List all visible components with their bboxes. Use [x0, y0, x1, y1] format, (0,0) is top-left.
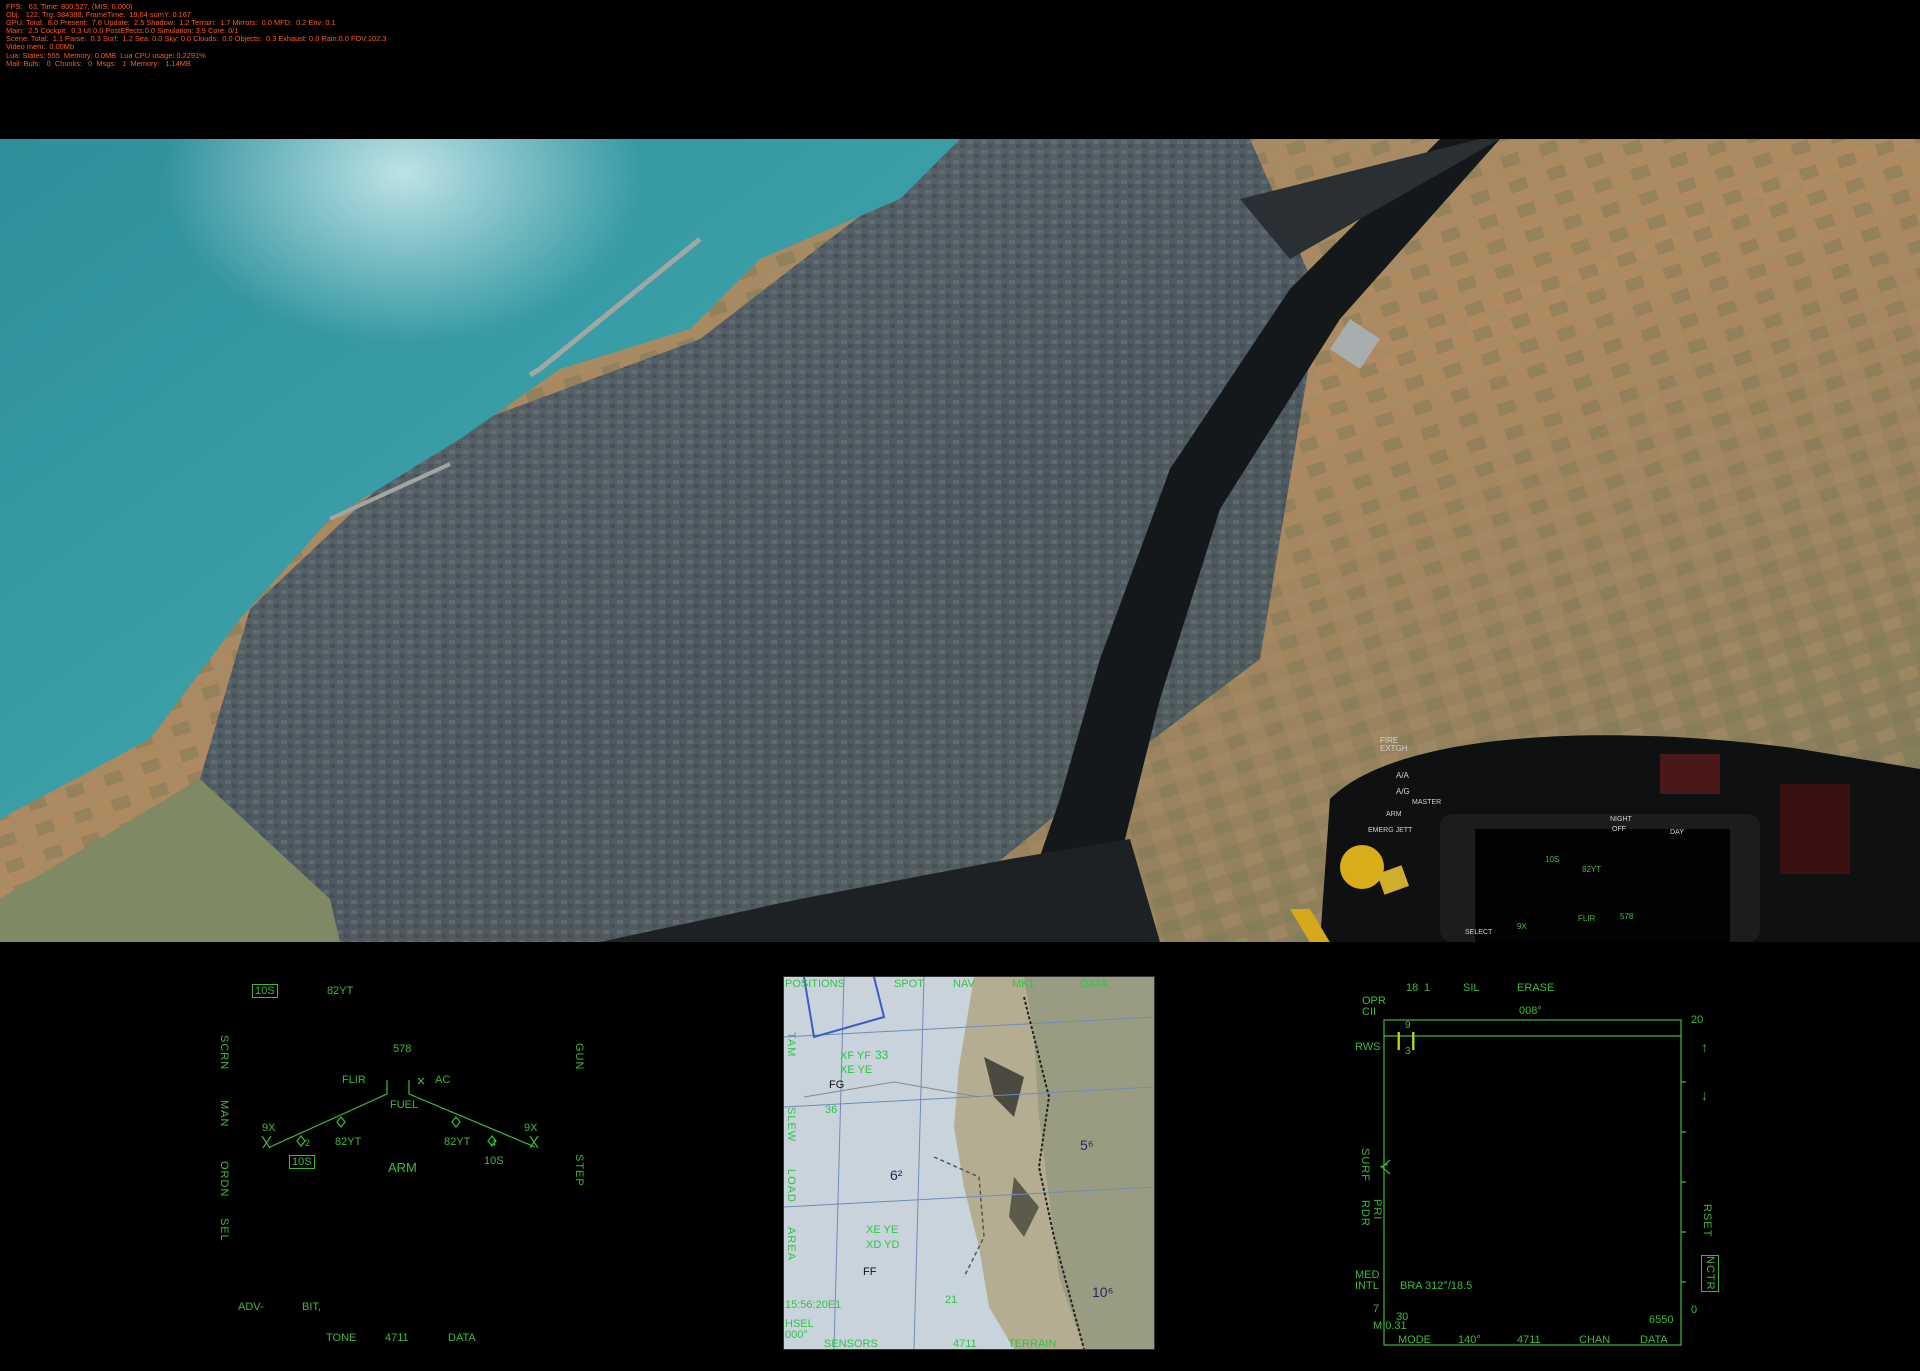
radar-data[interactable]: DATA — [1640, 1334, 1668, 1346]
ampcd-grid-56: 5⁶ — [1080, 1137, 1094, 1153]
radar-mach: M 0.31 — [1373, 1320, 1407, 1332]
radar-chan[interactable]: CHAN — [1579, 1334, 1610, 1346]
cockpit-3d-view[interactable]: FIRE EXTGH A/A A/G ARM MASTER EMERG JETT… — [0, 139, 1920, 942]
radar-range-bottom: 0 — [1691, 1304, 1698, 1316]
cockpit-ddi-578: 578 — [1620, 912, 1634, 921]
ag-switch-label[interactable]: A/G — [1396, 787, 1410, 796]
ddi-side-sel[interactable]: SEL — [218, 1218, 230, 1242]
ampcd-grid-xeye-2: XE YE — [866, 1224, 899, 1236]
ddi-bottom-tone[interactable]: TONE — [326, 1332, 356, 1344]
stores-diagram — [261, 1077, 539, 1149]
ddi-bottom-4711[interactable]: 4711 — [385, 1332, 409, 1344]
cockpit-ddi-9x: 9X — [1517, 922, 1527, 931]
ampcd-grid-xeye-1: XE YE — [840, 1064, 873, 1076]
radar-4711[interactable]: 4711 — [1517, 1334, 1541, 1346]
radar-hdg-140: 140° — [1458, 1334, 1481, 1346]
ampcd-sensors[interactable]: SENSORS — [824, 1338, 878, 1350]
ampcd-tam[interactable]: TAM — [785, 1032, 797, 1057]
master-switch-label: MASTER — [1412, 799, 1442, 806]
cockpit-ddi-10s: 10S — [1545, 855, 1560, 864]
ampcd-grid-36: 36 — [825, 1104, 838, 1116]
ampcd-terrain[interactable]: TERRAIN — [1008, 1338, 1056, 1350]
ddi-bottom-data[interactable]: DATA — [448, 1332, 476, 1344]
night-label: NIGHT — [1610, 816, 1632, 823]
ddi-side-gun[interactable]: GUN — [573, 1043, 585, 1070]
ampcd-slew[interactable]: SLEW — [785, 1107, 797, 1142]
cockpit-ddi-82yt: 82YT — [1582, 865, 1602, 874]
fire-ext-label: FIRE EXTGH — [1380, 736, 1408, 753]
off-label: OFF — [1612, 826, 1626, 833]
ampcd-mk1[interactable]: MK1 — [1012, 978, 1035, 990]
ampcd-load[interactable]: LOAD — [785, 1169, 797, 1203]
ddi-bottom-adv[interactable]: ADV- — [238, 1301, 264, 1313]
emerg-jett-label: EMERG JETT — [1368, 827, 1413, 834]
ampcd-grid-ff: FF — [863, 1266, 877, 1278]
ddi-side-ordn[interactable]: ORDN — [218, 1161, 230, 1197]
radar-side-rdr[interactable]: RDR — [1359, 1200, 1371, 1227]
ampcd-hsel-value: 000° — [785, 1329, 808, 1341]
scene-graphic — [0, 139, 1920, 942]
radar-num-7: 7 — [1373, 1303, 1380, 1315]
debug-stats-overlay: FPS: 63, Time: 800.527, (MIS: 0.000) Obj:… — [6, 2, 386, 68]
ampcd-grid-fg: FG — [829, 1079, 845, 1091]
select-label: SELECT — [1465, 929, 1493, 936]
ampcd-positions[interactable]: POSITIONS — [785, 978, 845, 990]
radar-bra: BRA 312°/18.5 — [1400, 1280, 1473, 1292]
ampcd-data-top[interactable]: DATA — [1080, 978, 1108, 990]
radar-side-surf[interactable]: SURF — [1359, 1148, 1371, 1182]
radar-6550: 6550 — [1649, 1314, 1674, 1326]
radar-intl: INTL — [1355, 1280, 1379, 1292]
ampcd-spot[interactable]: SPOT — [894, 978, 924, 990]
ddi-side-step[interactable]: STEP — [573, 1154, 585, 1187]
arm-switch-label[interactable]: ARM — [1386, 811, 1402, 818]
radar-side-nctr[interactable]: NCTR — [1701, 1255, 1719, 1292]
ampcd-map-page[interactable]: POSITIONS SPOT NAV MK1 DATA TAM SLEW LOA… — [660, 942, 1260, 1371]
ddi-bottom-bit[interactable]: BIT, — [302, 1301, 321, 1313]
ddi-side-man[interactable]: MAN — [218, 1100, 230, 1127]
ampcd-grid-21: 21 — [945, 1294, 958, 1306]
ampcd-time: 15:56:20E1 — [785, 1299, 842, 1311]
ddi-side-scrn[interactable]: SCRN — [218, 1035, 230, 1070]
radar-mode[interactable]: MODE — [1398, 1334, 1431, 1346]
radar-side-rset[interactable]: RSET — [1701, 1204, 1713, 1237]
ampcd-grid-33: 33 — [875, 1048, 889, 1062]
ampcd-grid-62: 6² — [890, 1167, 903, 1183]
ampcd-grid-xdyd: XD YD — [866, 1239, 900, 1251]
debug-line: Mail: Bufs: 0 Chunks: 0 Msgs: 1 Memory: … — [6, 58, 191, 68]
ampcd-grid-106: 10⁶ — [1092, 1284, 1114, 1300]
ampcd-area[interactable]: AREA — [785, 1227, 797, 1261]
day-label: DAY — [1670, 829, 1684, 836]
cockpit-ddi-flir: FLIR — [1578, 914, 1596, 923]
ampcd-grid-xfyf: XF YF — [840, 1050, 871, 1062]
right-ddi-radar-page[interactable]: OPR CII RWS 18 1 SIL ERASE 008° 20 9 3 ↑… — [1260, 942, 1920, 1371]
left-ddi-stores-page[interactable]: 10S 82YT 578 FLIR AC FUEL 9X 9X 2 4 82YT… — [0, 942, 660, 1371]
radar-side-pri: PRI — [1371, 1199, 1383, 1221]
ampcd-nav[interactable]: NAV — [953, 978, 975, 990]
ampcd-4711[interactable]: 4711 — [953, 1338, 977, 1350]
aa-switch-label[interactable]: A/A — [1396, 771, 1409, 780]
